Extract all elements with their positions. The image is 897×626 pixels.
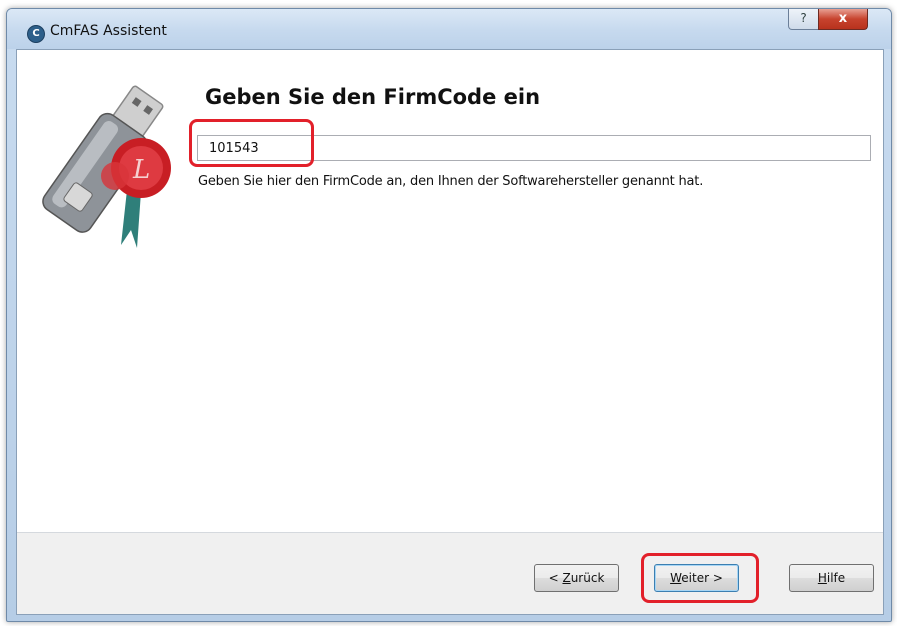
button-bar: < Zurück Weiter > Hilfe (17, 532, 883, 614)
next-button[interactable]: Weiter > (654, 564, 739, 592)
help-icon[interactable]: ? (788, 9, 819, 30)
help-label-rest: ilfe (826, 571, 846, 585)
help-label-mnemonic: H (817, 571, 827, 585)
close-icon[interactable]: x (818, 9, 868, 30)
firmcode-hint: Geben Sie hier den FirmCode an, den Ihne… (198, 174, 704, 189)
svg-text:L: L (132, 155, 150, 185)
window-title: CmFAS Assistent (50, 23, 167, 39)
back-label-mnemonic: Z (562, 571, 571, 585)
help-button[interactable]: Hilfe (789, 564, 874, 592)
title-bar[interactable]: C CmFAS Assistent ? x (7, 9, 891, 49)
firmcode-input[interactable] (197, 135, 871, 161)
wizard-content: L Geben Sie den FirmCode ein Geben Sie h… (16, 49, 884, 615)
usb-dongle-seal-icon: L (42, 85, 171, 248)
page-title: Geben Sie den FirmCode ein (205, 85, 541, 109)
app-icon: C (27, 25, 45, 43)
next-label-mnemonic: W (670, 571, 682, 585)
back-button[interactable]: < Zurück (534, 564, 619, 592)
cmfas-assistant-window: C CmFAS Assistent ? x L Geben Sie den Fi… (6, 8, 892, 622)
next-label-rest: eiter > (681, 571, 723, 585)
back-label-prefix: < (548, 571, 563, 585)
back-label-rest: urück (570, 571, 605, 585)
